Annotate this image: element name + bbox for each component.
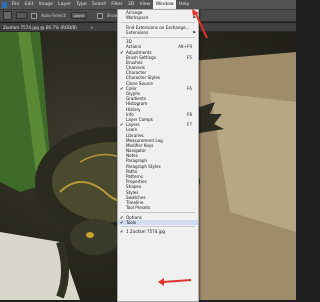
submenu-arrow-icon: ▶	[193, 15, 196, 20]
window-menu-item-extensions[interactable]: Extensions ▶	[118, 30, 198, 35]
auto-select-label: Auto-Select:	[41, 13, 67, 18]
show-transform-checkbox[interactable]	[96, 12, 103, 19]
window-menu-item-tool-presets[interactable]: Tool Presets	[118, 205, 198, 210]
menu-image[interactable]: Image	[36, 0, 56, 9]
menu-select[interactable]: Select	[89, 0, 108, 9]
menu-filter[interactable]: Filter	[109, 0, 126, 9]
photoshop-logo-icon[interactable]	[2, 1, 7, 8]
window-menu-dropdown: Arrange ▶ Workspace ▶ Find Extensions on Exc…	[117, 9, 199, 302]
menu-file[interactable]: File	[9, 0, 22, 9]
menu-type[interactable]: Type	[74, 0, 90, 9]
menu-view[interactable]: View	[137, 0, 153, 9]
menu-item-label: Workspace	[126, 15, 149, 21]
menu-separator	[121, 36, 195, 38]
checkmark-icon: ✔	[120, 219, 124, 225]
document-tab-title: Zoofam 7574.jpg @ 66.7% (RGB/8)	[3, 24, 77, 30]
layer-dropdown-value: Layer	[73, 13, 85, 18]
menu-help[interactable]: Help	[176, 0, 192, 9]
window-menu-item-workspace[interactable]: Workspace ▶	[118, 15, 198, 20]
menu-separator	[121, 211, 195, 213]
window-menu-item-1-zoofam-7574-jpg[interactable]: ✔ 1 Zoofam 7574.jpg	[118, 229, 198, 234]
layer-dropdown[interactable]: Layer	[70, 12, 87, 19]
menu-window[interactable]: Window	[152, 0, 177, 9]
menu-3d[interactable]: 3D	[125, 0, 137, 9]
menu-item-label: Tools	[126, 219, 137, 225]
menu-item-label: Tool Presets	[126, 205, 151, 211]
menu-edit[interactable]: Edit	[22, 0, 36, 9]
auto-select-checkbox[interactable]	[31, 12, 37, 19]
menu-layer[interactable]: Layer	[56, 0, 74, 9]
move-tool-icon[interactable]	[3, 11, 12, 20]
menu-separator	[121, 21, 195, 23]
tool-preset-picker[interactable]	[16, 12, 27, 19]
menu-separator	[121, 226, 195, 228]
checkmark-icon: ✔	[120, 229, 124, 235]
menu-item-label: Extensions	[126, 29, 149, 35]
window-menu-item-tools[interactable]: ✔ Tools	[118, 219, 198, 225]
menu-item-label: 1 Zoofam 7574.jpg	[126, 229, 166, 235]
submenu-arrow-icon: ▶	[193, 29, 196, 34]
close-tab-icon[interactable]: ×	[90, 25, 94, 30]
